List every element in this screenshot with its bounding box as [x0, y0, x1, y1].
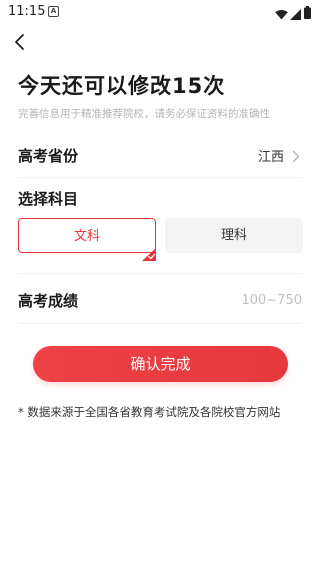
wifi-icon [275, 5, 288, 24]
province-value: 江西 [257, 150, 284, 165]
province-label: 高考省份 [18, 147, 79, 165]
page-subtitle: 完善信息用于精准推荐院校，请务必保证资料的准确性 [18, 108, 270, 120]
subject-option-arts[interactable]: 文科 [18, 218, 156, 261]
checkmark-icon [142, 240, 156, 261]
status-time: 11:15 [8, 4, 46, 19]
score-label: 高考成绩 [18, 292, 79, 310]
subject-option-arts-label: 文科 [73, 229, 100, 244]
data-source-note: * 数据来源于全国各省教育考试院及各院校官方网站 [18, 405, 281, 419]
score-input[interactable] [182, 288, 302, 312]
subject-option-science[interactable]: 理科 [165, 218, 303, 253]
subject-option-science-label: 理科 [220, 228, 247, 243]
battery-icon [304, 4, 311, 23]
confirm-button[interactable]: 确认完成 [33, 346, 288, 382]
back-button[interactable] [10, 32, 30, 52]
notification-a-icon: A [48, 6, 59, 17]
signal-icon [290, 5, 301, 24]
province-row[interactable]: 高考省份 江西 [18, 138, 302, 178]
chevron-right-icon [292, 148, 300, 167]
chevron-left-icon [15, 34, 24, 50]
page-title: 今天还可以修改15次 [18, 74, 226, 98]
subject-label: 选择科目 [18, 190, 79, 208]
status-bar: 11:15 A [0, 0, 320, 24]
score-row: 高考成绩 [18, 280, 302, 324]
divider [18, 273, 302, 274]
